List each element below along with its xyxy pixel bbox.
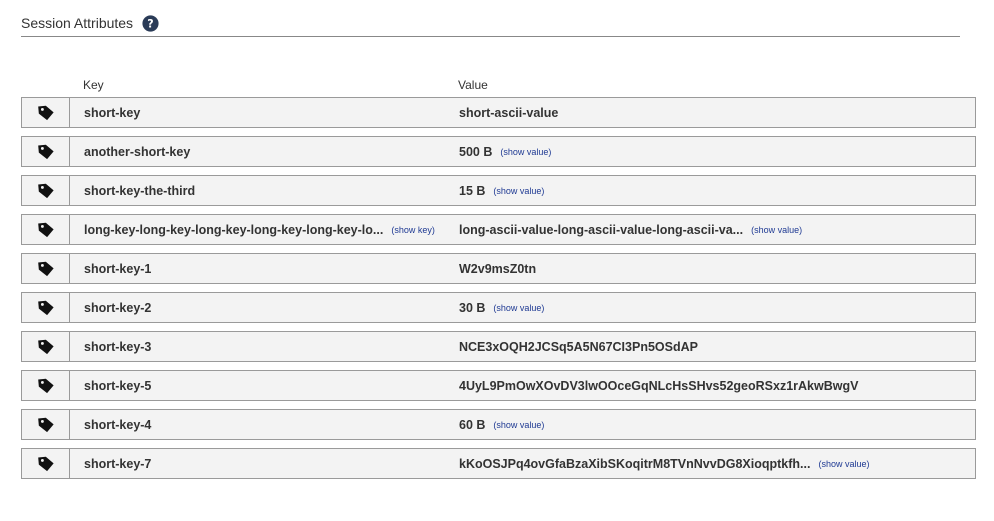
tag-icon-cell (22, 215, 70, 244)
attribute-key-text: short-key (84, 105, 141, 120)
attribute-value-text: short-ascii-value (459, 105, 559, 120)
attribute-key: short-key-3 (84, 332, 151, 361)
section-header: Session Attributes ? (21, 10, 960, 37)
tag-icon-cell (22, 371, 70, 400)
tag-icon-cell (22, 254, 70, 283)
show-value-link[interactable]: (show value) (493, 303, 544, 313)
attribute-row: short-key-2 30 B (show value) (21, 292, 976, 323)
attribute-value: long-ascii-value-long-ascii-value-long-a… (459, 215, 802, 244)
attribute-value-text: NCE3xOQH2JCSq5A5N67CI3Pn5OSdAP (459, 339, 698, 354)
attribute-value: NCE3xOQH2JCSq5A5N67CI3Pn5OSdAP (459, 332, 698, 361)
tag-icon (37, 105, 54, 120)
show-key-link[interactable]: (show key) (391, 225, 435, 235)
tag-icon-cell (22, 137, 70, 166)
attribute-value: 4UyL9PmOwXOvDV3lwOOceGqNLcHsSHvs52geoRSx… (459, 371, 858, 400)
attribute-value: 30 B (show value) (459, 293, 544, 322)
attribute-value-text: W2v9msZ0tn (459, 261, 537, 276)
attribute-value-text: 4UyL9PmOwXOvDV3lwOOceGqNLcHsSHvs52geoRSx… (459, 378, 859, 393)
attribute-value-text: 500 B (459, 144, 493, 159)
attribute-value: 15 B (show value) (459, 176, 544, 205)
tag-icon (37, 144, 54, 159)
question-circle-icon[interactable]: ? (141, 14, 159, 32)
attribute-row: short-key-3 NCE3xOQH2JCSq5A5N67CI3Pn5OSd… (21, 331, 976, 362)
tag-icon (37, 300, 54, 315)
tag-icon-cell (22, 410, 70, 439)
attribute-value-text: 30 B (459, 300, 486, 315)
show-value-link[interactable]: (show value) (493, 420, 544, 430)
attribute-key: short-key-4 (84, 410, 151, 439)
tag-icon (37, 222, 54, 237)
attribute-row: short-key short-ascii-value (21, 97, 976, 128)
attribute-row: long-key-long-key-long-key-long-key-long… (21, 214, 976, 245)
attribute-key: another-short-key (84, 137, 190, 166)
attribute-key-text: short-key-4 (84, 417, 152, 432)
attribute-key: short-key-5 (84, 371, 151, 400)
attribute-row: short-key-7 kKoOSJPq4ovGfaBzaXibSKoqitrM… (21, 448, 976, 479)
attribute-value: short-ascii-value (459, 98, 558, 127)
attribute-key: short-key-1 (84, 254, 151, 283)
attribute-key-text: short-key-7 (84, 456, 152, 471)
tag-icon-cell (22, 332, 70, 361)
attribute-key-text: short-key-3 (84, 339, 152, 354)
attribute-key: short-key-7 (84, 449, 151, 478)
tag-icon (37, 183, 54, 198)
attribute-row: short-key-1 W2v9msZ0tn (21, 253, 976, 284)
attribute-value: 500 B (show value) (459, 137, 551, 166)
svg-text:?: ? (147, 17, 153, 30)
section-title: Session Attributes (21, 15, 134, 31)
attribute-row: short-key-4 60 B (show value) (21, 409, 976, 440)
attribute-row: another-short-key 500 B (show value) (21, 136, 976, 167)
attribute-value: W2v9msZ0tn (459, 254, 536, 283)
attribute-row: short-key-the-third 15 B (show value) (21, 175, 976, 206)
show-value-link[interactable]: (show value) (493, 186, 544, 196)
attribute-key-text: short-key-5 (84, 378, 152, 393)
tag-icon-cell (22, 176, 70, 205)
attribute-row: short-key-5 4UyL9PmOwXOvDV3lwOOceGqNLcHs… (21, 370, 976, 401)
tag-icon-cell (22, 98, 70, 127)
attribute-key-text: short-key-1 (84, 261, 152, 276)
attribute-value: 60 B (show value) (459, 410, 544, 439)
attribute-key-text: long-key-long-key-long-key-long-key-long… (84, 222, 384, 237)
attribute-value-text: long-ascii-value-long-ascii-value-long-a… (459, 222, 744, 237)
attribute-key-text: short-key-the-third (84, 183, 196, 198)
attribute-value-text: 60 B (459, 417, 486, 432)
attribute-key: short-key-the-third (84, 176, 195, 205)
value-column-header: Value (458, 78, 488, 92)
tag-icon-cell (22, 293, 70, 322)
tag-icon (37, 261, 54, 276)
tag-icon (37, 456, 54, 471)
show-value-link[interactable]: (show value) (818, 459, 869, 469)
tag-icon (37, 378, 54, 393)
attribute-key: long-key-long-key-long-key-long-key-long… (84, 215, 435, 244)
key-column-header: Key (83, 78, 104, 92)
tag-icon (37, 339, 54, 354)
tag-icon (37, 417, 54, 432)
attribute-key: short-key-2 (84, 293, 151, 322)
attribute-value-text: kKoOSJPq4ovGfaBzaXibSKoqitrM8TVnNvvDG8Xi… (459, 456, 811, 471)
attribute-value: kKoOSJPq4ovGfaBzaXibSKoqitrM8TVnNvvDG8Xi… (459, 449, 869, 478)
attributes-table: short-key short-ascii-value another-shor… (21, 97, 976, 487)
tag-icon-cell (22, 449, 70, 478)
attribute-key-text: short-key-2 (84, 300, 152, 315)
show-value-link[interactable]: (show value) (500, 147, 551, 157)
show-value-link[interactable]: (show value) (751, 225, 802, 235)
attribute-key-text: another-short-key (84, 144, 191, 159)
attribute-key: short-key (84, 98, 140, 127)
column-headers: Key Value (21, 76, 976, 94)
attribute-value-text: 15 B (459, 183, 486, 198)
